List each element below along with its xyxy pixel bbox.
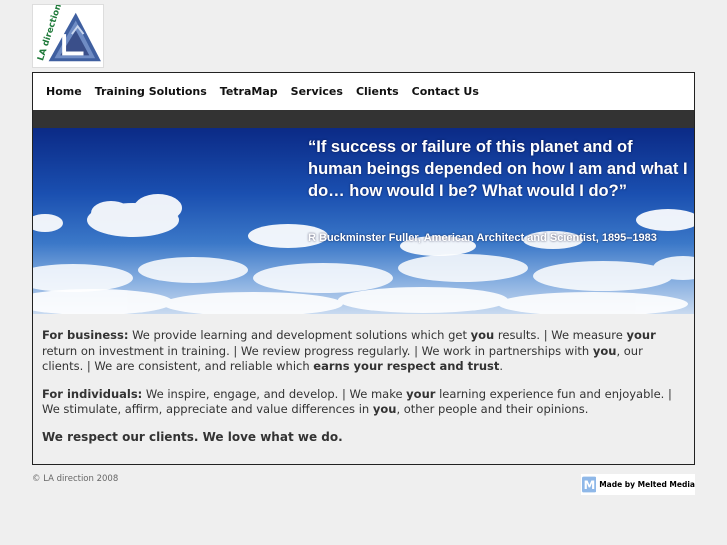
melted-media-icon: M bbox=[582, 476, 597, 493]
nav-divider-bar bbox=[33, 110, 694, 128]
business-bold-3: you bbox=[592, 343, 617, 358]
nav-home[interactable]: Home bbox=[46, 85, 82, 98]
content-area: For business: We provide learning and de… bbox=[33, 314, 694, 445]
banner-quote: “If success or failure of this planet an… bbox=[308, 138, 688, 200]
business-label: For business: bbox=[42, 328, 129, 342]
main-frame: Home Training Solutions TetraMap Service… bbox=[32, 72, 695, 465]
hero-banner: “If success or failure of this planet an… bbox=[33, 128, 694, 314]
business-text-1: We provide learning and development solu… bbox=[128, 328, 471, 342]
logo[interactable]: LA direction bbox=[32, 4, 104, 68]
copyright-text: © LA direction 2008 bbox=[32, 474, 119, 484]
individuals-label: For individuals: bbox=[42, 386, 143, 401]
business-bold-4: earns your respect and trust bbox=[313, 359, 500, 373]
individuals-paragraph: For individuals: We inspire, engage, and… bbox=[42, 387, 685, 418]
banner-attribution: R Buckminster Fuller, American Architect… bbox=[308, 232, 657, 244]
made-by-text: Made by Melted Media bbox=[599, 480, 695, 489]
individuals-bold-2: you bbox=[372, 402, 397, 416]
business-text-2: results. | We measure bbox=[494, 328, 627, 342]
business-text-3: return on investment in training. | We r… bbox=[42, 343, 593, 358]
nav-services[interactable]: Services bbox=[291, 85, 343, 98]
individuals-text-1: We inspire, engage, and develop. | We ma… bbox=[142, 386, 407, 401]
business-bold-2: your bbox=[626, 328, 656, 342]
tagline: We respect our clients. We love what we … bbox=[42, 429, 343, 444]
svg-text:M: M bbox=[584, 478, 596, 492]
individuals-bold-1: your bbox=[406, 386, 436, 401]
made-by-badge[interactable]: M Made by Melted Media bbox=[581, 474, 695, 495]
la-direction-logo-icon: LA direction bbox=[36, 5, 101, 62]
nav-clients[interactable]: Clients bbox=[356, 85, 399, 98]
nav-contact-us[interactable]: Contact Us bbox=[412, 85, 479, 98]
nav-training-solutions[interactable]: Training Solutions bbox=[95, 85, 207, 98]
business-text-5: . bbox=[499, 359, 504, 373]
nav-tetramap[interactable]: TetraMap bbox=[220, 85, 278, 98]
business-bold-1: you bbox=[470, 328, 495, 342]
business-paragraph: For business: We provide learning and de… bbox=[42, 328, 685, 375]
individuals-text-3: , other people and their opinions. bbox=[396, 402, 589, 416]
main-nav: Home Training Solutions TetraMap Service… bbox=[33, 73, 694, 110]
